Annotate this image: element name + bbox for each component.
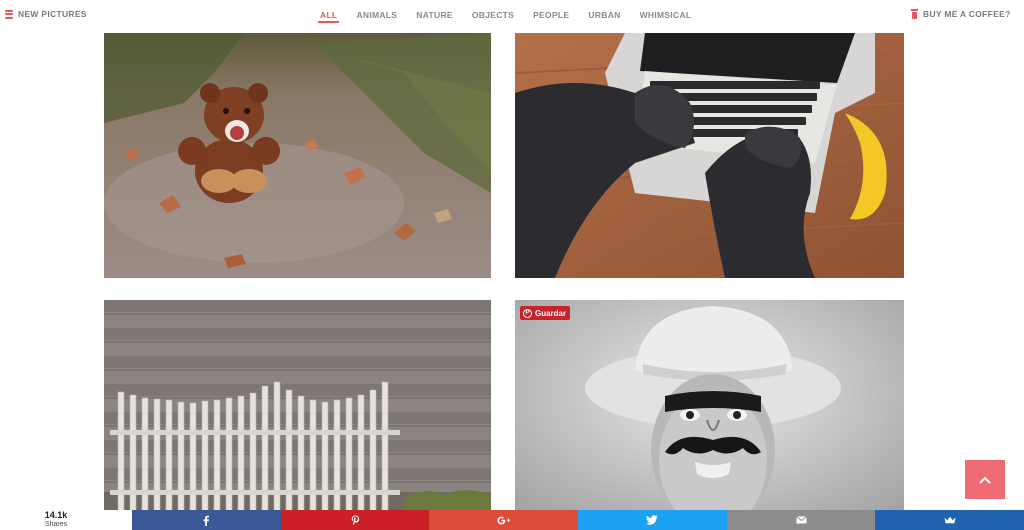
new-pictures-label: NEW PICTURES: [18, 9, 87, 19]
share-pinterest-button[interactable]: [280, 510, 430, 530]
share-count-number: 14.1k: [44, 510, 68, 520]
photo-cowboy[interactable]: [515, 300, 904, 530]
share-email-button[interactable]: [726, 510, 876, 530]
teddy-bear-image: [104, 33, 491, 278]
share-twitter-button[interactable]: [578, 510, 727, 530]
photo-wooden-fence[interactable]: [104, 300, 491, 530]
buy-coffee-link[interactable]: BUY ME A COFFEE?: [911, 9, 1011, 19]
pinterest-save-button[interactable]: P Guardar: [520, 306, 571, 320]
tab-nature[interactable]: NATURE: [416, 0, 453, 30]
share-bar: 14.1k Shares: [0, 510, 1024, 530]
share-facebook-button[interactable]: [132, 510, 281, 530]
coffee-cup-icon: [911, 9, 918, 19]
facebook-icon: [203, 515, 210, 526]
pinterest-p-icon: [351, 515, 359, 525]
pinterest-save-label: Guardar: [535, 308, 567, 318]
twitter-icon: [646, 515, 658, 525]
tab-people[interactable]: PEOPLE: [533, 0, 569, 30]
menu-icon: [5, 9, 13, 19]
new-pictures-menu[interactable]: NEW PICTURES: [5, 9, 87, 19]
pinterest-icon: P: [523, 308, 532, 318]
share-google-plus-button[interactable]: [429, 510, 579, 530]
tab-objects[interactable]: OBJECTS: [472, 0, 514, 30]
tab-animals[interactable]: ANIMALS: [356, 0, 397, 30]
top-navigation: NEW PICTURES ALL ANIMALS NATURE OBJECTS …: [0, 0, 1024, 30]
gorilla-laptop-image: [515, 33, 904, 278]
photo-teddy-bear[interactable]: [104, 33, 491, 278]
tab-all[interactable]: ALL: [317, 0, 340, 30]
fence-image: [104, 300, 491, 530]
share-sumome-button[interactable]: [875, 510, 1024, 530]
share-count-label: Shares: [44, 521, 68, 528]
buy-coffee-label: BUY ME A COFFEE?: [923, 9, 1011, 19]
google-plus-icon: [497, 516, 510, 524]
tab-urban[interactable]: URBAN: [588, 0, 620, 30]
cowboy-image: [515, 300, 904, 530]
category-tabs: ALL ANIMALS NATURE OBJECTS PEOPLE URBAN …: [317, 0, 710, 30]
share-count: 14.1k Shares: [0, 510, 132, 530]
crown-icon: [944, 516, 956, 524]
tab-whimsical[interactable]: WHIMSICAL: [640, 0, 692, 30]
photo-gorilla-typing[interactable]: [515, 33, 904, 278]
chevron-up-icon: [979, 476, 991, 484]
scroll-to-top-button[interactable]: [965, 460, 1005, 499]
email-icon: [795, 516, 807, 524]
